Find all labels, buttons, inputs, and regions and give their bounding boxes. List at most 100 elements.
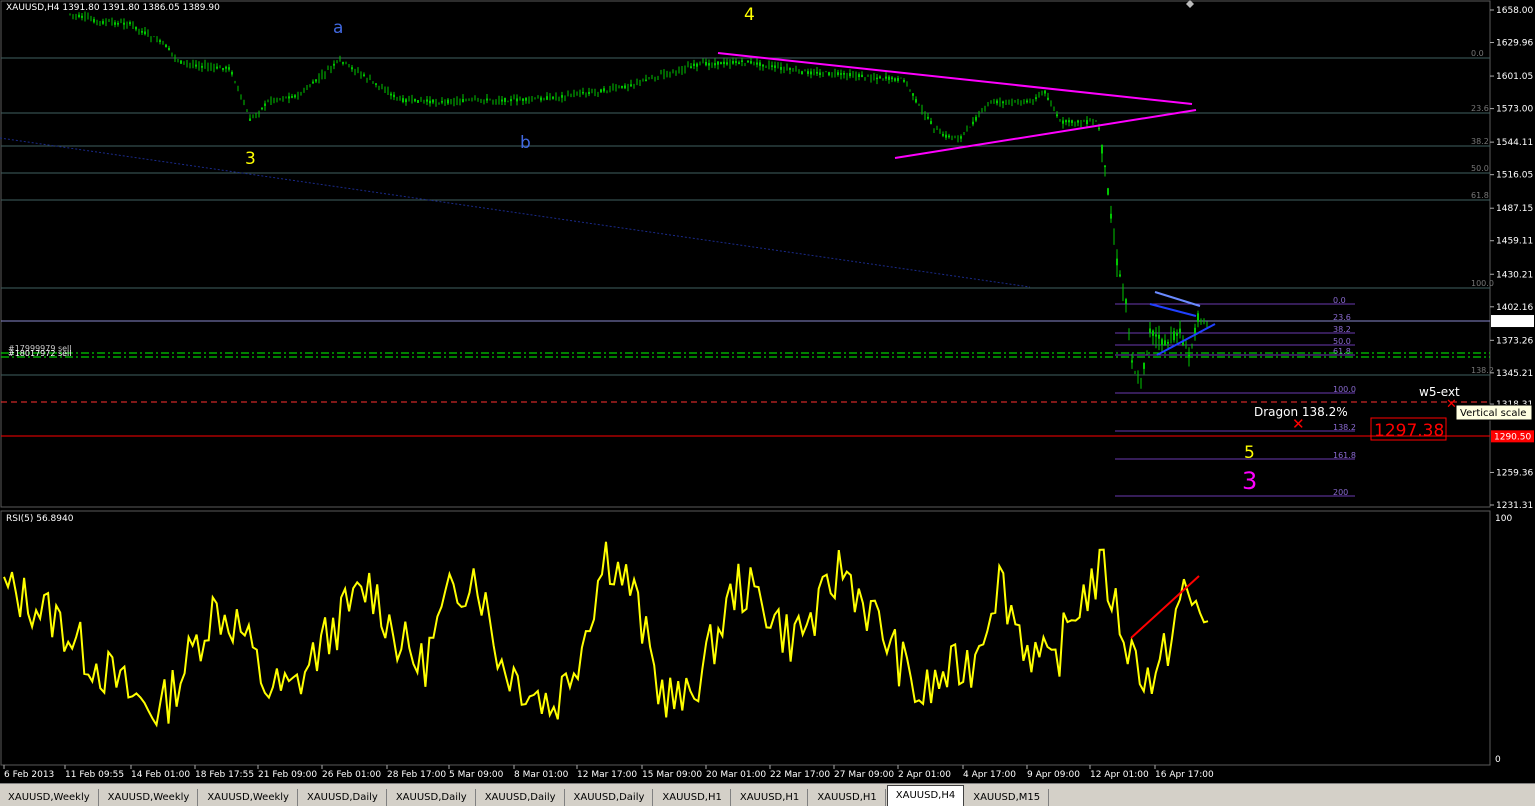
- price-candle-body: [927, 116, 929, 119]
- tooltip-text: Vertical scale: [1460, 408, 1526, 419]
- price-candle-body: [129, 22, 131, 25]
- chart-tab-1[interactable]: XAUUSD,Weekly: [99, 789, 199, 806]
- price-candle-body: [180, 60, 182, 64]
- price-candle-body: [843, 73, 845, 75]
- price-candle-body: [717, 61, 719, 65]
- rsi-divergence-line: [1130, 575, 1200, 639]
- price-candle-body: [1071, 120, 1073, 123]
- price-candle-body: [897, 77, 899, 81]
- price-candle-body: [216, 66, 218, 69]
- price-candle-body: [333, 63, 335, 66]
- price-candle-body: [1062, 120, 1064, 124]
- price-candle-body: [840, 73, 842, 75]
- price-candle-body: [708, 63, 710, 66]
- time-axis-label: 14 Feb 01:00: [131, 770, 190, 780]
- chart-tab-5[interactable]: XAUUSD,Daily: [476, 789, 565, 806]
- time-axis-label: 5 Mar 09:00: [449, 770, 504, 780]
- price-candle-body: [588, 91, 590, 95]
- price-candle-body: [228, 67, 230, 70]
- price-candle-body: [441, 101, 443, 103]
- price-candle-body: [429, 100, 431, 104]
- price-candle-body: [1155, 334, 1157, 337]
- price-candle-body: [168, 47, 170, 51]
- price-candle-body: [876, 77, 878, 80]
- price-axis-label: 1573.00: [1496, 105, 1533, 115]
- price-candle-body: [693, 63, 695, 66]
- time-axis-label: 28 Feb 17:00: [387, 770, 446, 780]
- price-candle-body: [315, 79, 317, 82]
- rsi-line: [3, 541, 1209, 728]
- chart-tab-3[interactable]: XAUUSD,Daily: [298, 789, 387, 806]
- price-candle-body: [78, 14, 80, 18]
- price-candle-body: [1077, 120, 1079, 123]
- price-axis-label: 1459.11: [1496, 237, 1533, 247]
- time-axis-label: 26 Feb 01:00: [322, 770, 381, 780]
- price-candle-body: [1149, 328, 1151, 333]
- price-candle-body: [462, 99, 464, 102]
- price-candle-body: [621, 85, 623, 88]
- chart-tab-11[interactable]: XAUUSD,M15: [965, 789, 1050, 806]
- price-candle-body: [1044, 90, 1046, 94]
- price-candle-body: [705, 61, 707, 66]
- price-candle-body: [561, 95, 563, 98]
- chart-tab-4[interactable]: XAUUSD,Daily: [387, 789, 476, 806]
- price-candle-body: [942, 134, 944, 136]
- target-price-label: 1290.50: [1494, 432, 1531, 442]
- price-candle-body: [504, 98, 506, 102]
- chart-tab-9[interactable]: XAUUSD,H1: [809, 789, 886, 806]
- time-axis-label: 4 Apr 17:00: [963, 770, 1016, 780]
- fib-level-label: 23.6: [1471, 104, 1489, 113]
- chart-tab-10[interactable]: XAUUSD,H4: [886, 785, 965, 806]
- fib-ext-label: 100.0: [1333, 385, 1356, 394]
- wave-label-4: 4: [744, 5, 755, 25]
- target-box-label: 1297.38: [1374, 421, 1444, 441]
- price-candle-body: [861, 74, 863, 78]
- price-candle-body: [1104, 165, 1106, 168]
- price-candle-body: [996, 100, 998, 104]
- price-candle-body: [975, 116, 977, 121]
- chart-tab-6[interactable]: XAUUSD,Daily: [565, 789, 654, 806]
- price-candle-body: [159, 40, 161, 42]
- fib-ext-label: 138.2: [1333, 423, 1356, 432]
- price-candle-body: [447, 99, 449, 104]
- price-candle-body: [885, 76, 887, 79]
- price-axis-label: 1629.96: [1496, 39, 1533, 49]
- fib-level-label: 0.0: [1471, 49, 1484, 58]
- chart-tab-0[interactable]: XAUUSD,Weekly: [0, 789, 99, 806]
- fib-level-label: 100.0: [1471, 279, 1494, 288]
- wave-label-3-major: 3: [1242, 467, 1257, 495]
- order-label-2: #18017972 sell: [8, 349, 72, 358]
- price-candle-body: [288, 96, 290, 99]
- price-candle-body: [1197, 313, 1199, 322]
- time-axis-label: 9 Apr 09:00: [1027, 770, 1080, 780]
- price-candle-body: [732, 61, 734, 64]
- price-candle-body: [402, 98, 404, 103]
- chart-tab-2[interactable]: XAUUSD,Weekly: [199, 789, 298, 806]
- price-candle-body: [735, 61, 737, 63]
- price-candle-body: [540, 97, 542, 101]
- wave-label-5: 5: [1244, 443, 1255, 463]
- price-candle-body: [780, 66, 782, 70]
- price-candle-body: [1065, 120, 1067, 123]
- price-candle-body: [1107, 188, 1109, 195]
- time-axis-label: 16 Apr 17:00: [1155, 770, 1214, 780]
- chart-canvas[interactable]: 0.023.638.250.061.8100.0138.20.023.638.2…: [0, 0, 1535, 783]
- price-candle-body: [486, 98, 488, 101]
- price-candle-body: [510, 99, 512, 102]
- price-candle-body: [819, 72, 821, 75]
- price-candle-body: [759, 62, 761, 66]
- price-candle-body: [522, 98, 524, 101]
- price-candle-body: [1047, 97, 1049, 100]
- price-axis-label: 1544.11: [1496, 138, 1533, 148]
- price-candle-body: [945, 134, 947, 138]
- price-candle-body: [690, 66, 692, 69]
- chart-tab-7[interactable]: XAUUSD,H1: [654, 789, 731, 806]
- price-candle-body: [93, 19, 95, 23]
- price-candle-body: [516, 98, 518, 102]
- price-axis-label: 1601.05: [1496, 72, 1533, 82]
- chart-tab-8[interactable]: XAUUSD,H1: [731, 789, 809, 806]
- time-axis-label: 15 Mar 09:00: [642, 770, 702, 780]
- price-candle-body: [750, 61, 752, 64]
- price-candle-body: [903, 79, 905, 82]
- price-candle-body: [414, 98, 416, 102]
